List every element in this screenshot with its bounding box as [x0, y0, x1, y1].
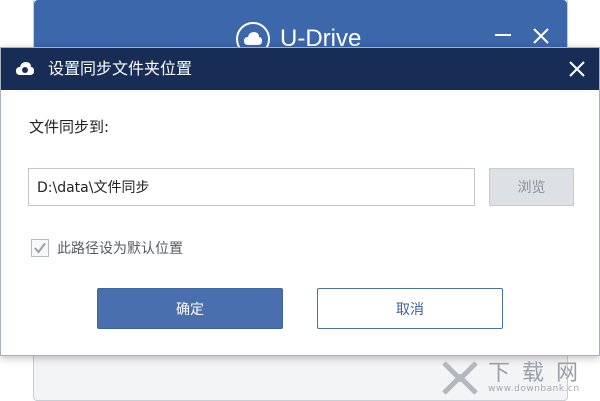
close-icon[interactable]: [567, 59, 587, 79]
cloud-logo-icon: [15, 60, 35, 78]
sync-folder-dialog: 设置同步文件夹位置 文件同步到: 浏览 此路径设为默认位置 确定 取消: [0, 47, 600, 356]
confirm-button[interactable]: 确定: [97, 288, 283, 329]
folder-path-input[interactable]: [28, 168, 475, 206]
dialog-title: 设置同步文件夹位置: [48, 59, 193, 78]
watermark-url: www.downbank.cn: [488, 384, 580, 394]
watermark-name: 下载网: [488, 361, 591, 386]
cancel-button[interactable]: 取消: [317, 288, 503, 329]
default-location-option[interactable]: 此路径设为默认位置: [31, 238, 183, 258]
minimize-icon[interactable]: [494, 26, 512, 44]
default-location-label: 此路径设为默认位置: [57, 241, 183, 257]
watermark-logo-icon: [440, 357, 480, 397]
sync-to-label: 文件同步到:: [29, 118, 110, 136]
close-icon[interactable]: [532, 27, 550, 45]
watermark: 下载网 www.downbank.cn: [440, 355, 598, 399]
checkmark-icon: [34, 242, 46, 254]
dialog-title-bar: 设置同步文件夹位置: [1, 48, 599, 90]
browse-button[interactable]: 浏览: [489, 168, 574, 206]
default-location-checkbox[interactable]: [31, 239, 49, 257]
